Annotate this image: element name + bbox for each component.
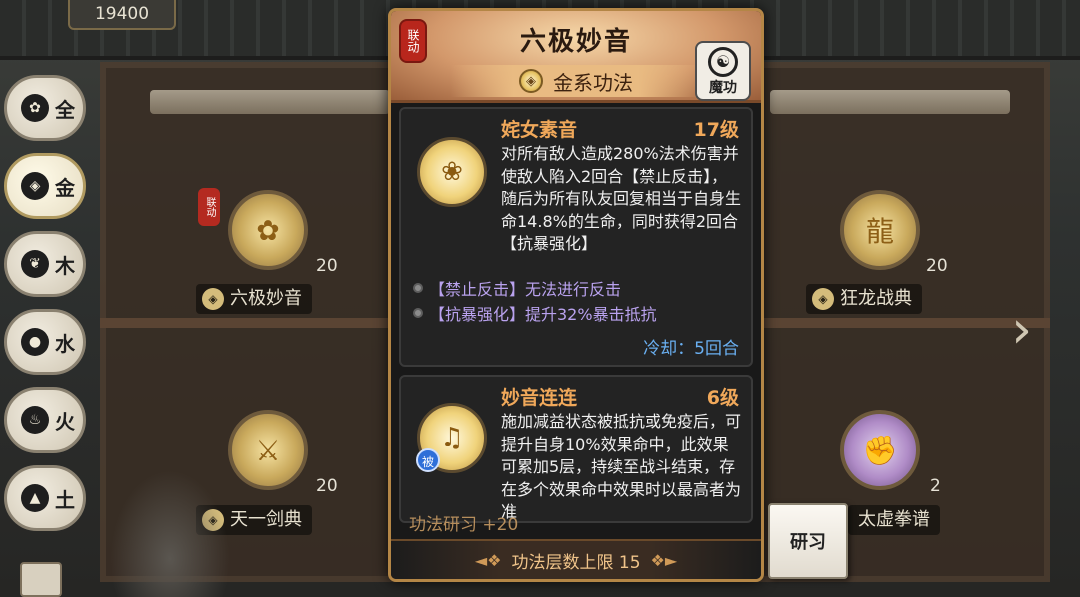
flower-icon: ✿: [228, 190, 308, 270]
score-display: 19400: [68, 0, 176, 30]
linked-badge: 联动: [198, 188, 220, 226]
category-badge: ☯ 魔功: [695, 41, 751, 101]
panel-header: 联动 六极妙音 ◈ 金系功法 ☯ 魔功: [391, 11, 761, 103]
character-sprite: [110, 470, 230, 597]
panel-footer: ◄❖ 功法层数上限 15 ❖►: [391, 539, 761, 579]
metal-coin-icon: ◈: [519, 69, 543, 93]
flame-icon: ♨: [21, 406, 49, 434]
sword-icon: ⚔: [228, 410, 308, 490]
layer-limit-text: 功法层数上限 15: [511, 552, 641, 573]
ornament-icon: ◄❖: [474, 550, 502, 570]
filter-label: 金: [55, 175, 75, 200]
effect-item: 【抗暴强化】提升32%暴击抵抗: [413, 300, 741, 325]
skill-detail-panel: 联动 六极妙音 ◈ 金系功法 ☯ 魔功 ❀ 姹女素音 17级 对所有敌人造成28…: [388, 8, 764, 582]
skill-card[interactable]: ✿: [228, 190, 308, 270]
golden-flower-skill-icon: ❀: [417, 137, 487, 207]
element-filter-sidebar: ✿ 全 ◈ 金 ❦ 木 ● 水 ♨ 火 ▲ 土: [4, 75, 92, 543]
metal-coin-icon: ◈: [202, 288, 224, 310]
filter-metal-button[interactable]: ◈ 金: [4, 153, 86, 219]
metal-coin-icon: ◈: [812, 288, 834, 310]
skill-description: 对所有敌人造成280%法术伤害并使敌人陷入2回合【禁止反击】，随后为所有队友回复…: [501, 144, 742, 253]
passive-skill-block: ♫ 被 妙音连连 6级 施加减益状态被抵抗或免疫后，可提升自身10%效果命中，此…: [399, 375, 753, 523]
research-bonus-text: 功法研习 +20: [409, 515, 519, 535]
filter-fire-button[interactable]: ♨ 火: [4, 387, 86, 453]
all-icon: ✿: [21, 94, 49, 122]
music-notes-skill-icon: ♫ 被: [416, 403, 487, 473]
filter-all-button[interactable]: ✿ 全: [4, 75, 86, 141]
filter-water-button[interactable]: ● 水: [4, 309, 86, 375]
skill-level: 6级: [706, 387, 739, 409]
skill-level: 20: [316, 476, 338, 496]
skill-card[interactable]: 龍: [840, 190, 920, 270]
filter-wood-button[interactable]: ❦ 木: [4, 231, 86, 297]
filter-earth-button[interactable]: ▲ 土: [4, 465, 86, 531]
skill-card[interactable]: ⚔: [228, 410, 308, 490]
skill-level: 20: [926, 256, 948, 276]
scroll-decoration: [150, 90, 390, 114]
cooldown-text: 冷却：5回合: [643, 339, 739, 359]
school-label: 金系功法: [553, 70, 633, 95]
skill-name: 姹女素音: [501, 119, 578, 141]
skill-level: 20: [316, 256, 338, 276]
leaf-icon: ❦: [21, 250, 49, 278]
effect-list: 【禁止反击】无法进行反击 【抗暴强化】提升32%暴击抵抗: [413, 275, 741, 325]
metal-icon: ◈: [21, 172, 49, 200]
dragon-icon: 龍: [840, 190, 920, 270]
passive-badge: 被: [416, 448, 440, 472]
skill-level: 2: [930, 476, 941, 496]
scroll-icon[interactable]: [20, 562, 62, 597]
filter-label: 水: [55, 331, 75, 356]
category-label: 魔功: [709, 80, 737, 96]
scroll-decoration: [770, 90, 1010, 114]
filter-label: 木: [55, 253, 75, 278]
demonic-sigil-icon: ☯: [708, 47, 738, 77]
bullet-icon: [413, 307, 423, 318]
skill-card[interactable]: ✊: [840, 410, 920, 490]
school-bar: ◈ 金系功法: [451, 65, 701, 97]
skill-level: 17级: [693, 119, 739, 141]
filter-label: 火: [55, 409, 75, 434]
skill-card-name[interactable]: ◈ 狂龙战典: [806, 284, 922, 314]
skill-card-name[interactable]: ◈ 六极妙音: [196, 284, 312, 314]
filter-label: 全: [55, 97, 75, 122]
skill-description: 施加减益状态被抵抗或免疫后，可提升自身10%效果命中，此效果可累加5层，持续至战…: [501, 412, 742, 521]
next-page-arrow-icon[interactable]: ›: [1011, 300, 1032, 360]
bullet-icon: [413, 282, 423, 293]
skill-name: 妙音连连: [501, 387, 578, 409]
panel-body[interactable]: ❀ 姹女素音 17级 对所有敌人造成280%法术伤害并使敌人陷入2回合【禁止反击…: [399, 107, 753, 535]
research-button[interactable]: 研习: [768, 503, 848, 579]
effect-item: 【禁止反击】无法进行反击: [413, 275, 741, 300]
filter-label: 土: [55, 487, 75, 512]
mountain-icon: ▲: [21, 484, 49, 512]
ornament-icon: ❖►: [650, 550, 678, 570]
active-skill-block: ❀ 姹女素音 17级 对所有敌人造成280%法术伤害并使敌人陷入2回合【禁止反击…: [399, 107, 753, 367]
skill-card-name[interactable]: 太虚拳谱: [848, 505, 940, 535]
water-drop-icon: ●: [21, 328, 49, 356]
fist-icon: ✊: [840, 410, 920, 490]
